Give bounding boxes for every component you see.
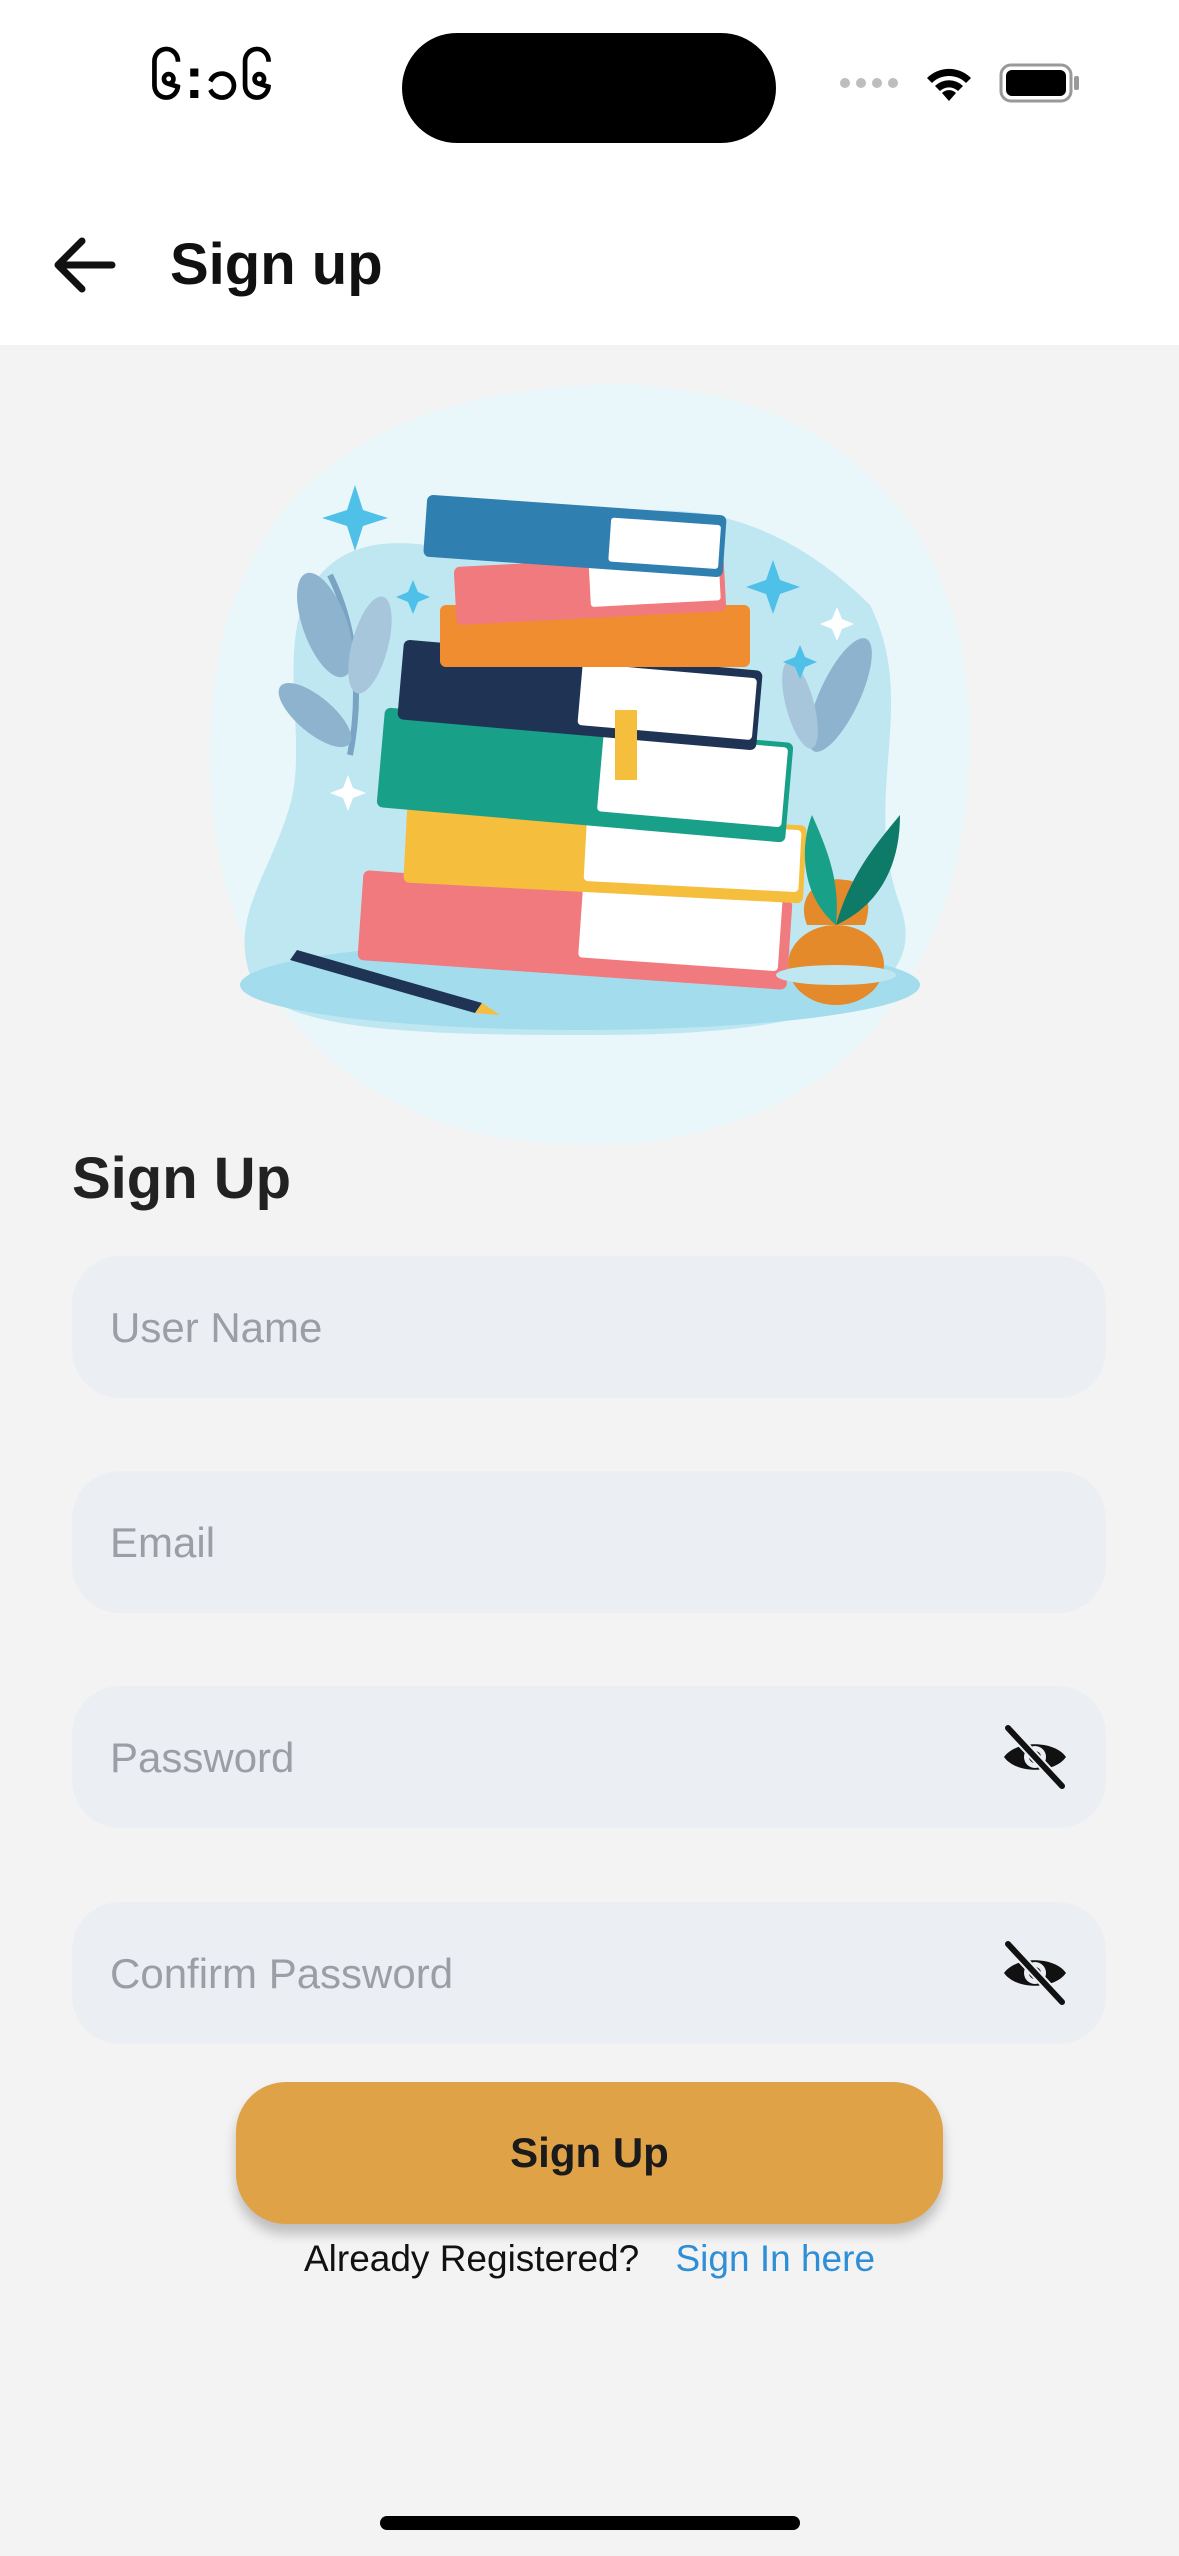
wifi-icon: [927, 68, 971, 101]
username-field[interactable]: [72, 1256, 1106, 1400]
navigation-bar: Sign up: [0, 180, 1179, 345]
status-time: ၆:၁၆: [150, 46, 276, 111]
confirm-password-input[interactable]: [108, 1902, 1012, 2046]
eye-off-icon[interactable]: [1000, 1724, 1070, 1790]
already-registered-text: Already Registered?: [303, 2238, 640, 2279]
battery-icon: [999, 63, 1079, 103]
sign-in-link[interactable]: Sign In here: [676, 2238, 876, 2279]
eye-off-icon[interactable]: [1000, 1940, 1070, 2006]
email-field[interactable]: [72, 1471, 1106, 1615]
password-field[interactable]: [72, 1686, 1106, 1830]
arrow-left-icon: [54, 237, 116, 293]
home-indicator[interactable]: [380, 2516, 800, 2530]
signal-dots-icon: [840, 78, 898, 88]
status-icons: [839, 62, 1081, 104]
email-input[interactable]: [108, 1471, 1012, 1615]
sign-up-button[interactable]: Sign Up: [236, 2082, 943, 2224]
form-heading: Sign Up: [72, 1146, 292, 1211]
books-stack-illustration: [210, 384, 970, 1146]
username-input[interactable]: [108, 1256, 1012, 1400]
sign-in-prompt-row: Already Registered? Sign In here: [0, 2238, 1179, 2280]
password-input[interactable]: [108, 1686, 1012, 1830]
back-button[interactable]: [46, 225, 126, 305]
confirm-password-field[interactable]: [72, 1902, 1106, 2046]
page-title: Sign up: [170, 232, 383, 297]
dynamic-island: [402, 33, 776, 143]
status-bar: ၆:၁၆: [0, 0, 1179, 180]
